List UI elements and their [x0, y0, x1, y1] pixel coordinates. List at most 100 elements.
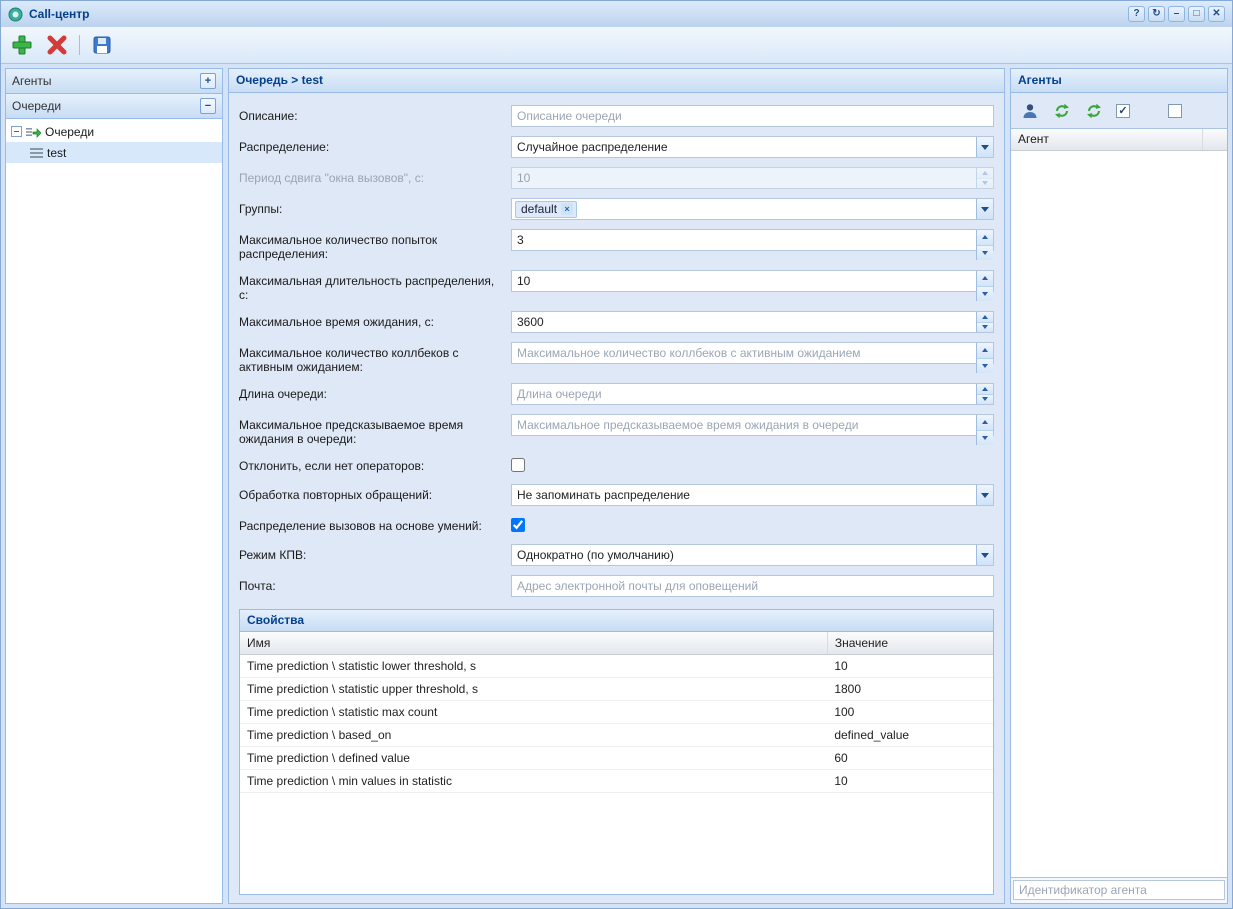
- save-button[interactable]: [89, 32, 115, 58]
- add-button[interactable]: [9, 32, 35, 58]
- collapse-tool-icon[interactable]: −: [200, 98, 216, 114]
- spin-up-button[interactable]: [977, 384, 993, 394]
- agents-grid-body[interactable]: [1011, 151, 1227, 877]
- tree-node-test-label: test: [47, 146, 66, 160]
- repeat-handling-value[interactable]: [511, 484, 994, 506]
- form-row: Максимальное предсказываемое время ожида…: [239, 414, 994, 446]
- dropdown-trigger-icon[interactable]: [976, 137, 993, 157]
- deselect-all-checkbox-icon[interactable]: [1168, 104, 1182, 118]
- breadcrumb: Очередь > test: [229, 69, 1004, 93]
- property-row[interactable]: Time prediction \ min values in statisti…: [240, 769, 993, 792]
- repeat-handling-label: Обработка повторных обращений:: [239, 484, 511, 506]
- property-row[interactable]: Time prediction \ defined value60: [240, 746, 993, 769]
- spin-down-button[interactable]: [977, 322, 993, 333]
- maximize-button[interactable]: □: [1188, 6, 1205, 22]
- property-row[interactable]: Time prediction \ statistic lower thresh…: [240, 654, 993, 677]
- description-input[interactable]: [511, 105, 994, 127]
- max-predicted-wait-input[interactable]: [511, 414, 994, 436]
- tree-node-test[interactable]: test: [6, 142, 222, 163]
- property-name-cell: Time prediction \ based_on: [240, 723, 827, 746]
- property-row[interactable]: Time prediction \ based_ondefined_value: [240, 723, 993, 746]
- select-all-checkbox-icon[interactable]: ✓: [1116, 104, 1130, 118]
- dropdown-trigger-icon[interactable]: [976, 485, 993, 505]
- ringback-mode-value[interactable]: [511, 544, 994, 566]
- distribution-select[interactable]: [511, 136, 994, 158]
- refresh-agents-button[interactable]: [1052, 101, 1072, 121]
- call-window-shift-field: [511, 167, 994, 189]
- accordion-queues-header[interactable]: Очереди −: [6, 94, 222, 119]
- expand-tool-icon[interactable]: +: [200, 73, 216, 89]
- queue-item-icon: [30, 148, 43, 158]
- repeat-handling-select[interactable]: [511, 484, 994, 506]
- distribution-label: Распределение:: [239, 136, 511, 158]
- spin-down-button[interactable]: [977, 245, 993, 261]
- spin-down-button[interactable]: [977, 430, 993, 446]
- accordion-queues-label: Очереди: [12, 99, 200, 113]
- spinner: [976, 271, 993, 301]
- properties-grid: Имя Значение Time prediction \ statistic…: [240, 632, 993, 894]
- max-attempts-input[interactable]: [511, 229, 994, 251]
- max-wait-input[interactable]: [511, 311, 994, 333]
- agents-grid-header: Агент: [1011, 129, 1227, 151]
- skill-based-field: [511, 515, 994, 535]
- max-callbacks-input[interactable]: [511, 342, 994, 364]
- queue-length-input[interactable]: [511, 383, 994, 405]
- dropdown-trigger-icon[interactable]: [976, 199, 993, 219]
- distribution-value[interactable]: [511, 136, 994, 158]
- queues-tree: Очереди test: [6, 119, 222, 903]
- max-duration-input[interactable]: [511, 270, 994, 292]
- accordion-agents-header[interactable]: Агенты +: [6, 69, 222, 94]
- close-button[interactable]: ✕: [1208, 6, 1225, 22]
- tag-remove-icon[interactable]: ×: [561, 203, 573, 215]
- property-name-column-header[interactable]: Имя: [240, 632, 827, 654]
- email-input[interactable]: [511, 575, 994, 597]
- spinner: [976, 415, 993, 445]
- spinner: [976, 343, 993, 373]
- agent-id-input[interactable]: [1013, 880, 1225, 900]
- tree-node-queues[interactable]: Очереди: [6, 121, 222, 142]
- property-row[interactable]: Time prediction \ statistic upper thresh…: [240, 677, 993, 700]
- groups-field[interactable]: default ×: [511, 198, 994, 220]
- groups-tagfield[interactable]: default ×: [511, 198, 994, 220]
- reject-no-operators-checkbox[interactable]: [511, 458, 525, 472]
- spin-up-button[interactable]: [977, 343, 993, 358]
- spinner: [976, 384, 993, 404]
- form-row: Распределение вызовов на основе умений:: [239, 515, 994, 535]
- dropdown-trigger-icon[interactable]: [976, 545, 993, 565]
- property-row[interactable]: Time prediction \ statistic max count100: [240, 700, 993, 723]
- spin-down-button[interactable]: [977, 358, 993, 374]
- collapse-expander-icon[interactable]: [11, 126, 22, 137]
- spin-down-button[interactable]: [977, 394, 993, 405]
- agent-column-header[interactable]: Агент: [1011, 129, 1203, 150]
- help-button[interactable]: ?: [1128, 6, 1145, 22]
- form-row: Отклонить, если нет операторов:: [239, 455, 994, 475]
- add-agent-button[interactable]: [1020, 101, 1040, 121]
- properties-header: Свойства: [240, 610, 993, 632]
- sync-agents-button[interactable]: [1084, 101, 1104, 121]
- spin-up-button[interactable]: [977, 415, 993, 430]
- email-label: Почта:: [239, 575, 511, 597]
- minimize-button[interactable]: –: [1168, 6, 1185, 22]
- skill-based-checkbox[interactable]: [511, 518, 525, 532]
- spin-up-button: [977, 168, 993, 178]
- ringback-mode-label: Режим КПВ:: [239, 544, 511, 566]
- toolbar-separator: [79, 35, 80, 55]
- property-value-cell: 10: [827, 654, 993, 677]
- delete-button[interactable]: [44, 32, 70, 58]
- property-value-column-header[interactable]: Значение: [827, 632, 993, 654]
- property-value-cell: 10: [827, 769, 993, 792]
- form-row: Режим КПВ:: [239, 544, 994, 566]
- refresh-button[interactable]: ↻: [1148, 6, 1165, 22]
- group-tag[interactable]: default ×: [515, 201, 577, 218]
- properties-panel: Свойства Имя Значение Time prediction \ …: [239, 609, 994, 895]
- spin-up-button[interactable]: [977, 271, 993, 286]
- spin-up-button[interactable]: [977, 312, 993, 322]
- spinner: [976, 168, 993, 188]
- max-callbacks-field: [511, 342, 994, 374]
- spin-up-button[interactable]: [977, 230, 993, 245]
- ringback-mode-select[interactable]: [511, 544, 994, 566]
- spinner: [976, 230, 993, 260]
- queue-length-label: Длина очереди:: [239, 383, 511, 405]
- call-window-shift-input: [511, 167, 994, 189]
- spin-down-button[interactable]: [977, 286, 993, 302]
